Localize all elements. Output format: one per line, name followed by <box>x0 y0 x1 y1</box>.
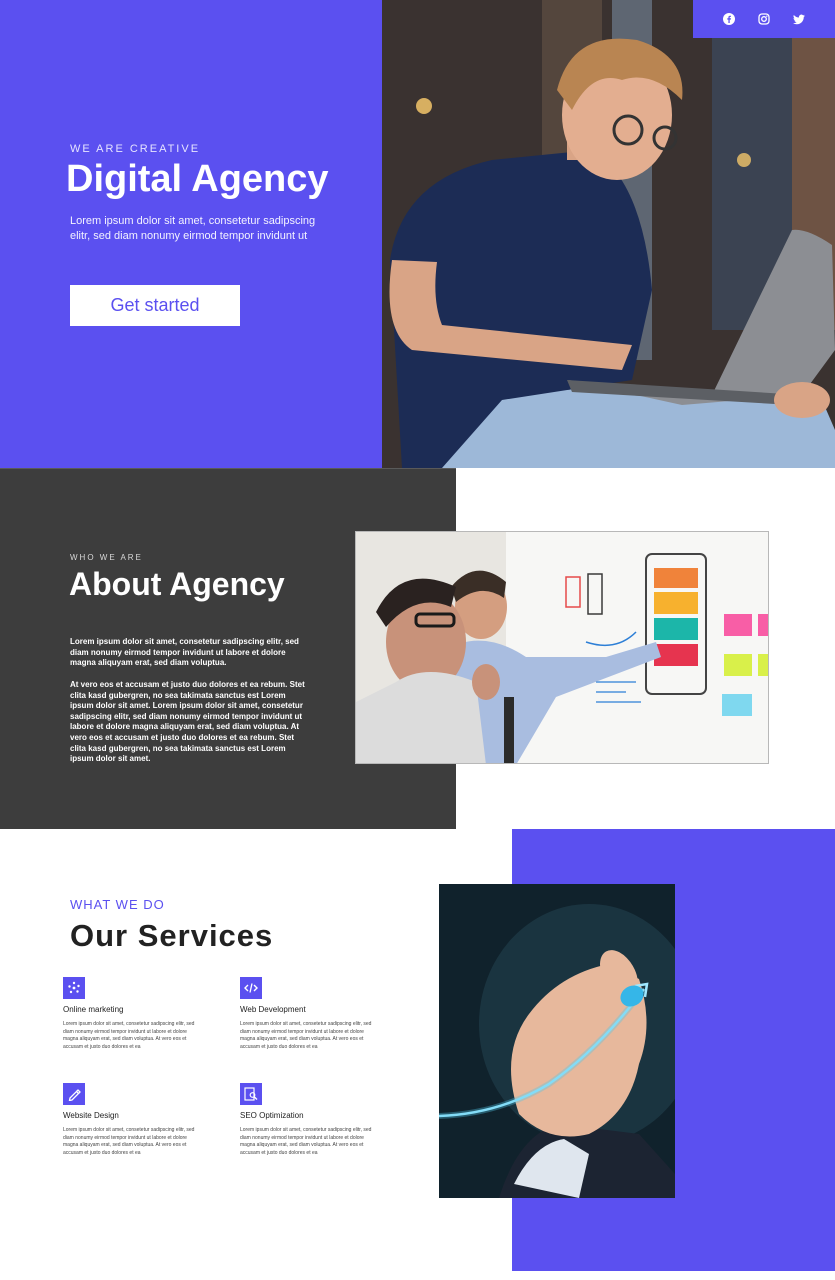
marketing-icon <box>63 977 85 999</box>
service-card[interactable]: Website Design Lorem ipsum dolor sit ame… <box>63 1083 198 1157</box>
service-name: Web Development <box>240 1005 306 1014</box>
service-card[interactable]: SEO Optimization Lorem ipsum dolor sit a… <box>240 1083 375 1157</box>
service-card[interactable]: Online marketing Lorem ipsum dolor sit a… <box>63 977 198 1051</box>
services-eyebrow: WHAT WE DO <box>70 897 165 912</box>
service-name: Website Design <box>63 1111 119 1120</box>
hero-title: Digital Agency <box>66 158 329 200</box>
service-name: SEO Optimization <box>240 1111 304 1120</box>
social-links-bar <box>693 0 835 38</box>
hero-description: Lorem ipsum dolor sit amet, consetetur s… <box>70 215 316 242</box>
about-eyebrow: WHO WE ARE <box>70 553 143 562</box>
man-with-laptop-illustration <box>382 0 835 468</box>
service-description: Lorem ipsum dolor sit amet, consetetur s… <box>240 1127 372 1156</box>
about-paragraph-1: Lorem ipsum dolor sit amet, consetetur s… <box>70 637 299 668</box>
get-started-button[interactable]: Get started <box>70 285 240 326</box>
about-title: About Agency <box>69 566 285 602</box>
code-icon <box>240 977 262 999</box>
hero-eyebrow: WE ARE CREATIVE <box>70 143 201 155</box>
about-paragraph-2: At vero eos et accusam et justo duo dolo… <box>70 680 305 764</box>
hand-drawing-growth-line-illustration <box>439 884 675 1198</box>
service-description: Lorem ipsum dolor sit amet, consetetur s… <box>63 1021 195 1050</box>
instagram-icon[interactable] <box>756 11 772 27</box>
seo-icon <box>240 1083 262 1105</box>
facebook-icon[interactable] <box>721 11 737 27</box>
hero-section: WE ARE CREATIVE Digital Agency Lorem ips… <box>0 0 835 468</box>
service-name: Online marketing <box>63 1005 124 1014</box>
design-icon <box>63 1083 85 1105</box>
services-title: Our Services <box>70 918 274 953</box>
service-card[interactable]: Web Development Lorem ipsum dolor sit am… <box>240 977 375 1051</box>
twitter-icon[interactable] <box>791 11 807 27</box>
service-description: Lorem ipsum dolor sit amet, consetetur s… <box>63 1127 195 1156</box>
hero-photo <box>382 0 835 468</box>
service-description: Lorem ipsum dolor sit amet, consetetur s… <box>240 1021 372 1050</box>
team-whiteboard-illustration <box>356 532 768 763</box>
team-whiteboard-photo <box>355 531 769 764</box>
growth-chart-hand-photo <box>439 884 675 1198</box>
